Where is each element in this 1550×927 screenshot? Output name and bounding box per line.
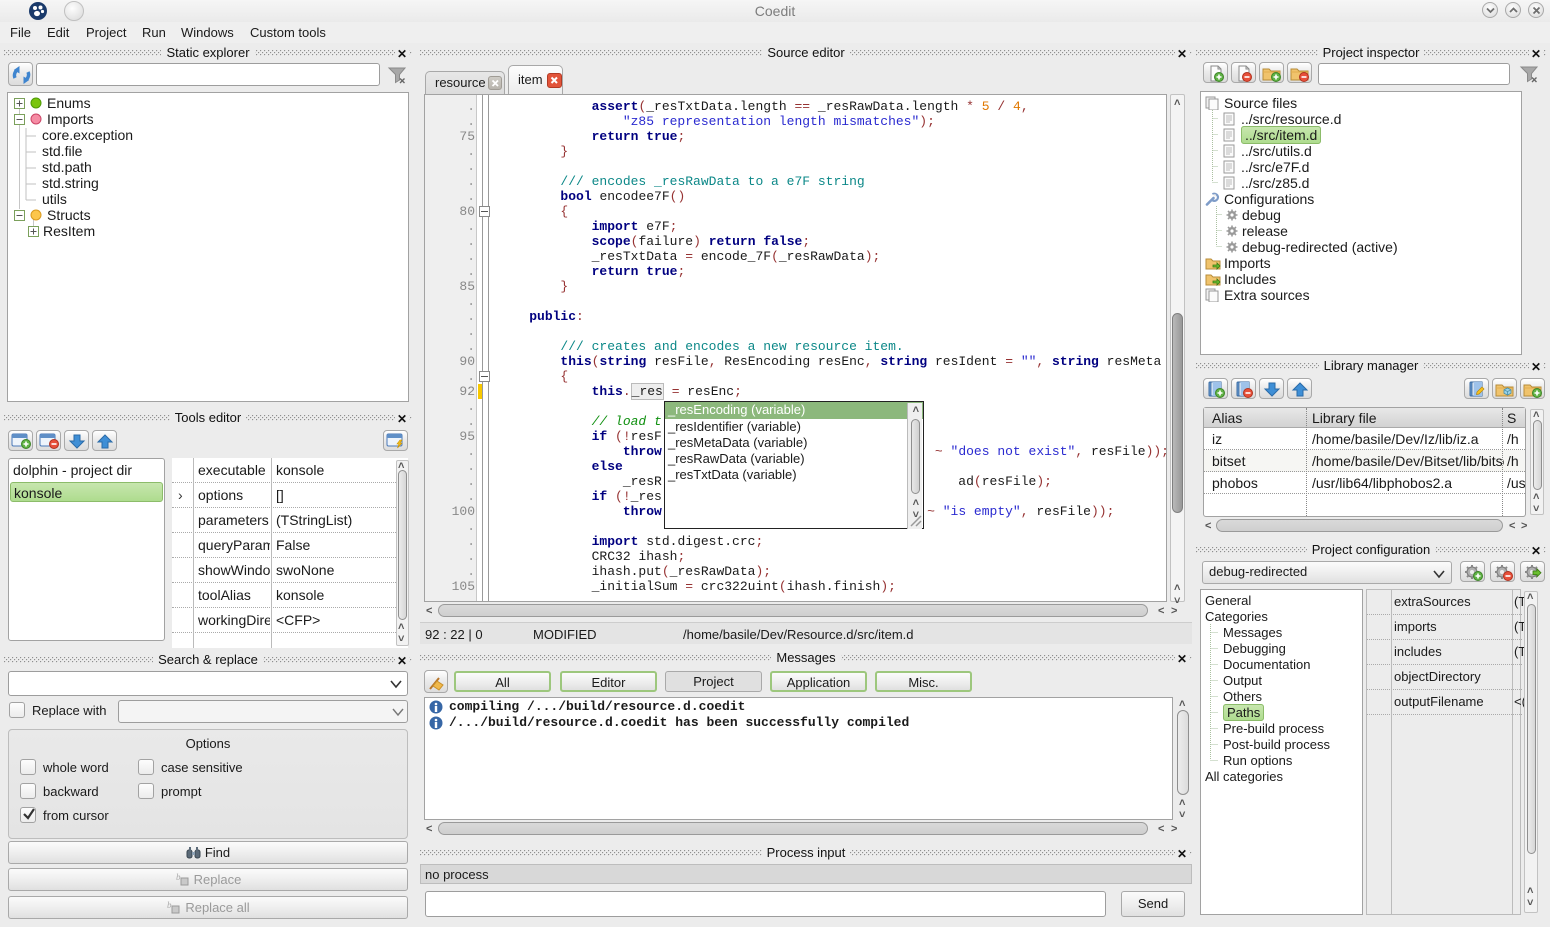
svg-text:b: b xyxy=(167,900,172,910)
svg-text:b: b xyxy=(176,872,181,882)
